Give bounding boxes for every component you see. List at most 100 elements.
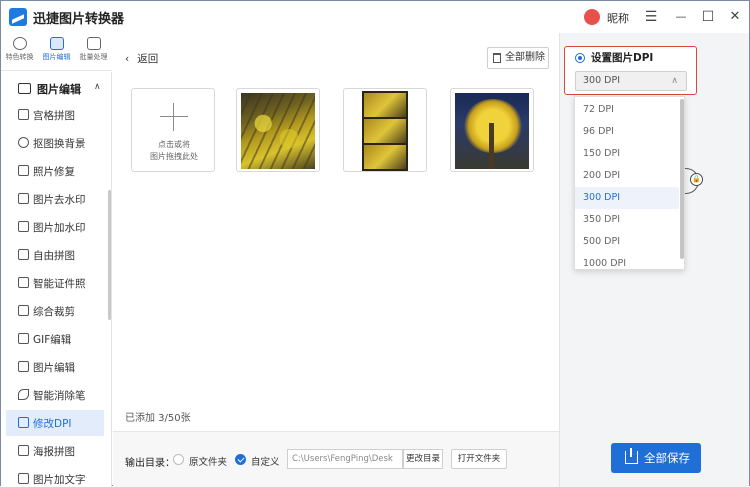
save-all-label: 全部保存	[644, 451, 690, 465]
dpi-option[interactable]: 350 DPI	[575, 209, 679, 231]
sidebar-item-label: 综合裁剪	[33, 306, 75, 318]
tab-label: 批量处理	[79, 53, 108, 61]
image-thumbnail[interactable]	[450, 88, 534, 172]
avatar[interactable]	[584, 9, 600, 25]
dpi-option-selected[interactable]: 300 DPI	[575, 187, 679, 209]
dpi-setting-title: 设置图片DPI	[591, 52, 654, 64]
sidebar-item-grid-collage[interactable]: 宫格拼图	[6, 102, 104, 128]
sidebar-item-label: 图片编辑	[33, 362, 75, 374]
dpi-option[interactable]: 200 DPI	[575, 165, 679, 187]
thumbnail-image	[362, 91, 408, 171]
delete-all-button[interactable]: 全部删除	[487, 47, 549, 69]
dpi-dropdown: 72 DPI 96 DPI 150 DPI 200 DPI 300 DPI 35…	[574, 96, 685, 270]
sidebar-item-free-collage[interactable]: 自由拼图	[6, 242, 104, 268]
title-bar: 迅捷图片转换器 昵称 ☰ — ☐ ✕	[1, 1, 749, 33]
trash-icon	[493, 53, 501, 63]
added-count: 已添加 3/50张	[125, 413, 191, 424]
poster-icon	[18, 445, 29, 456]
sidebar-item-add-watermark[interactable]: 图片加水印	[6, 214, 104, 240]
sidebar-item-modify-dpi[interactable]: 修改DPI	[6, 410, 104, 436]
gif-icon	[18, 333, 29, 344]
dpi-setting-group: 设置图片DPI 300 DPI ∧	[564, 46, 697, 95]
open-folder-button[interactable]: 打开文件夹	[451, 449, 507, 469]
grid-icon	[18, 109, 29, 120]
image-thumbnail[interactable]	[236, 88, 320, 172]
add-image-dropzone[interactable]: 点击或将 图片拖拽此处	[131, 88, 215, 172]
sidebar-section-image-edit[interactable]: 图片编辑 ∧	[1, 80, 111, 98]
app-logo-icon	[9, 8, 27, 26]
tab-special-convert[interactable]: 特色转换	[1, 37, 38, 69]
original-folder-label[interactable]: 原文件夹	[189, 454, 227, 468]
close-icon[interactable]: ✕	[725, 7, 745, 27]
tab-batch-process[interactable]: 批量处理	[75, 37, 112, 69]
sidebar-item-smart-eraser[interactable]: 智能消除笔	[6, 382, 104, 408]
sidebar-item-label: 海报拼图	[33, 446, 75, 458]
radio-custom-folder[interactable]	[235, 454, 246, 465]
minimize-icon[interactable]: —	[671, 7, 691, 27]
sidebar-item-add-text[interactable]: 图片加文字	[6, 466, 104, 487]
save-all-button[interactable]: 全部保存	[611, 443, 701, 473]
remove-watermark-icon	[18, 193, 29, 204]
chevron-left-icon: ‹	[125, 53, 130, 65]
sidebar-item-cutout[interactable]: 抠图换背景	[6, 130, 104, 156]
sidebar-item-label: 宫格拼图	[33, 110, 75, 122]
dpi-option[interactable]: 72 DPI	[575, 99, 679, 121]
sidebar: 图片编辑 ∧ 宫格拼图 抠图换背景 照片修复 图片去水印 图片加水印 自由拼图 …	[1, 72, 112, 487]
download-icon	[625, 448, 638, 464]
text-icon	[18, 473, 29, 484]
settings-panel: 设置图片DPI 300 DPI ∧ 72 DPI 96 DPI 150 DPI …	[559, 33, 749, 487]
custom-folder-label[interactable]: 自定义	[251, 454, 280, 468]
sidebar-item-label: 照片修复	[33, 166, 75, 178]
username[interactable]: 昵称	[607, 10, 629, 26]
image-edit-icon	[49, 37, 64, 50]
menu-icon[interactable]: ☰	[641, 7, 661, 27]
cutout-icon	[18, 137, 29, 148]
sidebar-item-label: 图片加文字	[33, 474, 86, 486]
sidebar-item-label: 智能证件照	[33, 278, 86, 290]
sidebar-item-photo-repair[interactable]: 照片修复	[6, 158, 104, 184]
main-area: ‹ 返回 全部删除 点击或将 图片拖拽此处 已添加 3/50张 输出目录： 原文件…	[113, 33, 559, 487]
tab-label: 图片编辑	[42, 53, 71, 61]
add-watermark-icon	[18, 221, 29, 232]
tab-image-edit[interactable]: 图片编辑	[38, 37, 75, 69]
dpi-select[interactable]: 300 DPI ∧	[575, 71, 687, 91]
sidebar-item-label: GIF编辑	[33, 334, 72, 346]
dpi-option[interactable]: 1000 DPI	[575, 253, 679, 269]
batch-icon	[86, 37, 101, 50]
dropdown-scrollbar[interactable]	[680, 99, 684, 259]
back-button[interactable]: ‹ 返回	[125, 51, 158, 66]
change-dir-button[interactable]: 更改目录	[403, 449, 443, 469]
sidebar-item-id-photo[interactable]: 智能证件照	[6, 270, 104, 296]
crop-icon	[18, 305, 29, 316]
dpi-option[interactable]: 150 DPI	[575, 143, 679, 165]
dropzone-text-2: 图片拖拽此处	[150, 152, 198, 161]
sidebar-item-label: 图片去水印	[33, 194, 86, 206]
lock-icon[interactable]: 🔒	[690, 173, 703, 186]
sidebar-item-poster-collage[interactable]: 海报拼图	[6, 438, 104, 464]
image-thumbnail[interactable]	[343, 88, 427, 172]
convert-icon	[12, 37, 27, 50]
radio-original-folder[interactable]	[173, 454, 184, 465]
sidebar-item-remove-watermark[interactable]: 图片去水印	[6, 186, 104, 212]
maximize-icon[interactable]: ☐	[698, 7, 718, 27]
dpi-option[interactable]: 500 DPI	[575, 231, 679, 253]
eraser-icon	[18, 389, 29, 400]
sidebar-item-crop[interactable]: 综合裁剪	[6, 298, 104, 324]
dpi-radio[interactable]	[575, 53, 585, 63]
tab-label: 特色转换	[5, 53, 34, 61]
collage-icon	[18, 249, 29, 260]
sidebar-scrollbar[interactable]	[108, 190, 111, 320]
back-label: 返回	[137, 53, 159, 65]
sidebar-item-label: 智能消除笔	[33, 390, 86, 402]
section-title: 图片编辑	[37, 83, 81, 96]
output-path-field[interactable]: C:\Users\FengPing\Desk	[287, 449, 403, 469]
dpi-select-value: 300 DPI	[583, 75, 620, 86]
dpi-option[interactable]: 96 DPI	[575, 121, 679, 143]
plus-icon	[160, 103, 188, 131]
output-dir-label: 输出目录：	[125, 458, 175, 469]
delete-all-label: 全部删除	[505, 52, 545, 63]
image-edit-section-icon	[18, 83, 31, 94]
sidebar-item-gif-edit[interactable]: GIF编辑	[6, 326, 104, 352]
sidebar-item-image-edit[interactable]: 图片编辑	[6, 354, 104, 380]
mode-tabs: 特色转换 图片编辑 批量处理	[1, 33, 112, 71]
